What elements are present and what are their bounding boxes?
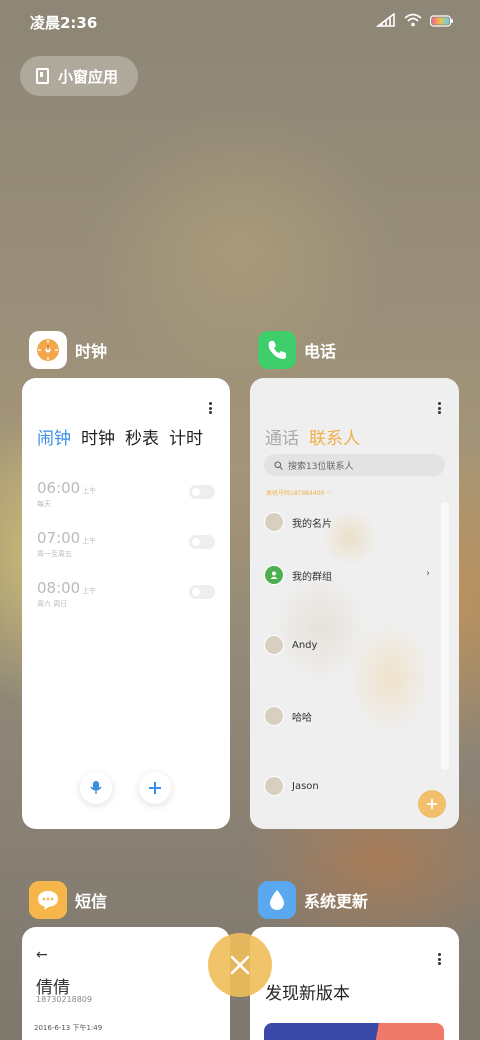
more-icon[interactable] (438, 402, 441, 416)
search-placeholder: 搜索13位联系人 (288, 461, 354, 472)
contact-name: 哈哈 (292, 712, 312, 724)
sms-app-name: 短信 (75, 892, 108, 911)
more-icon[interactable] (209, 402, 212, 416)
contact-name: Jason (292, 780, 319, 792)
voice-alarm-button[interactable] (80, 772, 112, 804)
floating-window-button[interactable]: 小窗应用 (20, 56, 138, 96)
alarm-toggle[interactable] (189, 485, 215, 499)
tab-stopwatch[interactable]: 秒表 (125, 424, 159, 449)
plus-icon (427, 799, 437, 809)
alarm-days: 每天 (37, 500, 51, 508)
update-app-card[interactable]: 发现新版本 (250, 927, 459, 1040)
alarm-days: 周一至周五 (37, 550, 72, 558)
signal-icon (375, 12, 396, 31)
avatar (264, 635, 284, 655)
tab-contacts[interactable]: 联系人 (309, 424, 360, 449)
app-header-phone[interactable]: 电话 (258, 331, 336, 369)
alarm-days: 周六 周日 (37, 600, 68, 608)
avatar (264, 706, 284, 726)
back-arrow-icon[interactable]: ← (36, 947, 48, 963)
alarm-ampm: 上午 (82, 587, 97, 595)
contact-item[interactable]: Jason (264, 776, 319, 796)
avatar (264, 776, 284, 796)
clock-tabs: 闹钟 时钟 秒表 计时 (37, 424, 203, 449)
contact-item[interactable]: Andy (264, 635, 317, 655)
my-number: 本机号码187884400 ♡ (266, 490, 332, 497)
phone-app-name: 电话 (304, 342, 337, 361)
contact-name: 我的群组 (292, 571, 332, 583)
update-app-icon (258, 881, 296, 919)
add-alarm-button[interactable] (139, 772, 171, 804)
avatar (264, 512, 284, 532)
contact-item[interactable]: 我的群组 (264, 565, 332, 585)
contact-search-input[interactable]: 搜索13位联系人 (264, 454, 445, 476)
alarm-time: 08:00 (37, 579, 81, 597)
alarm-time: 07:00 (37, 529, 81, 547)
alarm-ampm: 上午 (82, 537, 97, 545)
app-header-clock[interactable]: 时钟 (29, 331, 107, 369)
contact-item[interactable]: 哈哈 (264, 706, 312, 726)
sms-app-icon (29, 881, 67, 919)
sms-app-card[interactable]: ← 倩倩 18730218809 2016-6-13 下午1:49 (22, 927, 230, 1040)
sms-date: 2016-6-13 下午1:49 (34, 1024, 103, 1032)
alarm-ampm: 上午 (82, 487, 97, 495)
add-contact-button[interactable] (418, 790, 446, 818)
group-icon (264, 565, 284, 585)
more-icon[interactable] (438, 953, 441, 967)
phone-app-card[interactable]: 通话 联系人 搜索13位联系人 本机号码187884400 ♡ 我的名片 我的群… (250, 378, 459, 829)
tab-clock[interactable]: 时钟 (81, 424, 115, 449)
wifi-icon (404, 12, 422, 31)
status-time: 凌晨2:36 (30, 14, 98, 32)
app-header-update[interactable]: 系统更新 (258, 881, 368, 919)
sms-contact-number: 18730218809 (36, 995, 92, 1004)
alphabet-index-scrollbar[interactable] (441, 502, 449, 770)
clock-app-icon (29, 331, 67, 369)
alarm-toggle[interactable] (189, 585, 215, 599)
clear-all-button[interactable] (208, 933, 272, 997)
status-bar: 凌晨2:36 (0, 0, 480, 44)
update-banner (264, 1023, 444, 1040)
chevron-right-icon: › (426, 568, 430, 579)
tab-calls[interactable]: 通话 (265, 424, 299, 449)
update-app-name: 系统更新 (304, 892, 369, 911)
contact-item[interactable]: 我的名片 (264, 512, 332, 532)
microphone-icon (90, 781, 102, 794)
contact-name: Andy (292, 639, 318, 651)
clock-app-card[interactable]: 闹钟 时钟 秒表 计时 06:00 上午 每天 07:00 上午 周一至周五 08:… (22, 378, 230, 829)
phone-app-icon (258, 331, 296, 369)
floating-window-label: 小窗应用 (58, 67, 119, 86)
alarm-time: 06:00 (37, 479, 81, 497)
tab-alarm[interactable]: 闹钟 (37, 424, 71, 449)
app-header-sms[interactable]: 短信 (29, 881, 107, 919)
status-icons (375, 12, 454, 31)
phone-tabs: 通话 联系人 (265, 424, 360, 449)
update-title: 发现新版本 (265, 984, 350, 1004)
tab-timer[interactable]: 计时 (169, 424, 203, 449)
battery-icon (429, 12, 454, 31)
floating-window-icon (36, 68, 49, 84)
search-icon (274, 460, 283, 470)
close-icon (230, 955, 250, 975)
clock-app-name: 时钟 (75, 342, 108, 361)
contact-name: 我的名片 (292, 518, 332, 530)
alarm-toggle[interactable] (189, 535, 215, 549)
plus-icon (149, 782, 161, 794)
